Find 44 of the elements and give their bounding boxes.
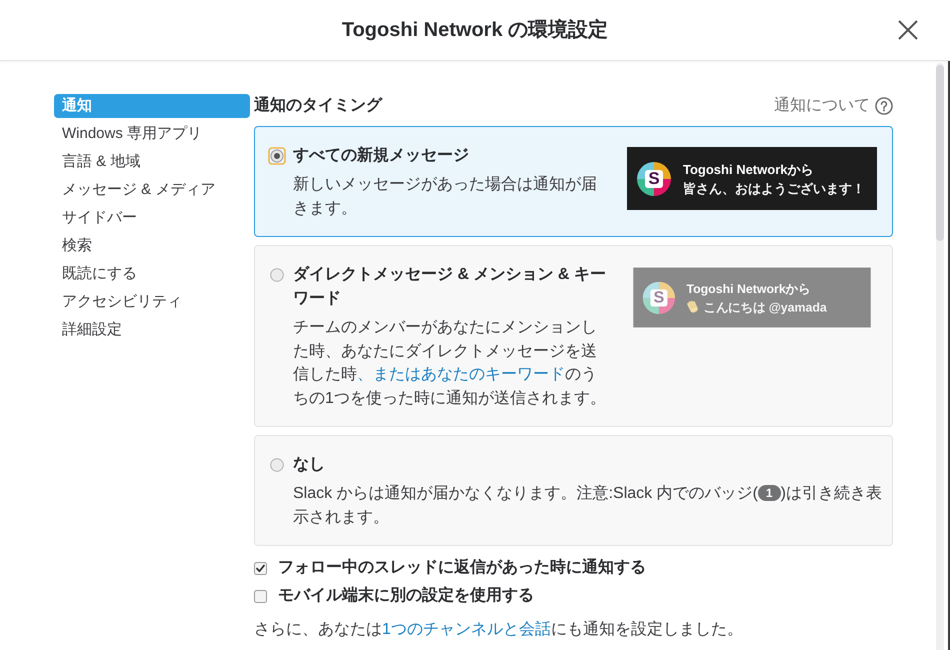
option-card[interactable]: ダイレクトメッセージ & メンション & キーワード チームのメンバーがあなたにメンションした時、あなたにダイレクトメッセージを送信した時、またはあなたのキーワードのうちの1つを使った時に通知が送信されます。 S Togoshi Networkから こんにちは @yamada <box>254 245 893 427</box>
notification-sender: Togoshi Networkから <box>683 160 814 178</box>
checkbox-label[interactable]: フォロー中のスレッドに返信があった時に通知する <box>278 556 646 580</box>
sidebar-item[interactable]: 詳細設定 <box>54 318 250 342</box>
checkbox[interactable] <box>254 590 267 602</box>
checkbox-label[interactable]: モバイル端末に別の設定を使用する <box>278 584 534 608</box>
logo-letter: S <box>648 170 660 187</box>
scrollbar-thumb[interactable] <box>936 65 944 241</box>
sidebar-item[interactable]: 検索 <box>54 234 250 258</box>
waving-hand-icon <box>686 300 700 314</box>
close-icon <box>898 20 918 40</box>
option-title: なし <box>293 455 326 475</box>
radio-button[interactable] <box>270 458 284 472</box>
sidebar-item[interactable]: アクセシビリティ <box>54 290 250 314</box>
option-description: Slack からは通知が届かなくなります。注意:Slack 内でのバッジ( 1 )は引き続き表示されます。 <box>293 484 883 528</box>
window-title: Togoshi Network の環境設定 <box>342 18 608 43</box>
footer-note: さらに、あなたは1つのチャンネルと会話にも通知を設定しました。 <box>254 620 744 640</box>
option-title: ダイレクトメッセージ & メンション & キーワード <box>293 264 607 309</box>
notification-sender: Togoshi Networkから <box>686 280 812 298</box>
notification-message: こんにちは @yamada <box>704 298 827 316</box>
option-card[interactable]: なし Slack からは通知が届かなくなります。注意:Slack 内でのバッジ( 1 )は引き続き表示されます。 <box>254 435 893 546</box>
app-logo-icon <box>637 162 671 196</box>
option-card[interactable]: すべての新規メッセージ 新しいメッセージがあった場合は通知が届きます。 S Togoshi Networkから 皆さん、おはようございます！ <box>254 126 893 237</box>
sidebar-item[interactable]: Windows 専用アプリ <box>54 122 250 146</box>
sidebar-item[interactable]: メッセージ & メディア <box>54 178 250 202</box>
notification-message: 皆さん、おはようございます！ <box>683 180 865 198</box>
help-link[interactable]: 通知について <box>774 94 893 118</box>
text-link[interactable]: 、またはあなたのキーワード <box>357 366 565 383</box>
logo-letter: S <box>654 289 664 306</box>
radio-button[interactable] <box>268 147 286 165</box>
option-title: すべての新規メッセージ <box>293 145 470 166</box>
checkbox[interactable] <box>254 562 267 574</box>
radio-button[interactable] <box>270 268 284 282</box>
sidebar-item[interactable]: 既読にする <box>54 262 250 286</box>
app-logo-icon <box>642 281 676 314</box>
count-badge: 1 <box>758 485 781 501</box>
option-description: 新しいメッセージがあった場合は通知が届きます。 <box>293 174 598 218</box>
option-description: チームのメンバーがあなたにメンションした時、あなたにダイレクトメッセージを送信した時、またはあなたのキーワードのうちの1つを使った時に通知が送信されます。 <box>293 318 607 408</box>
close-button[interactable] <box>896 18 920 42</box>
sidebar-item[interactable]: 言語 & 地域 <box>54 150 250 174</box>
sidebar-item[interactable]: サイドバー <box>54 206 250 230</box>
help-icon <box>875 97 893 115</box>
text-link[interactable]: 1つのチャンネルと会話 <box>382 621 551 638</box>
section-heading: 通知のタイミング <box>254 95 382 116</box>
